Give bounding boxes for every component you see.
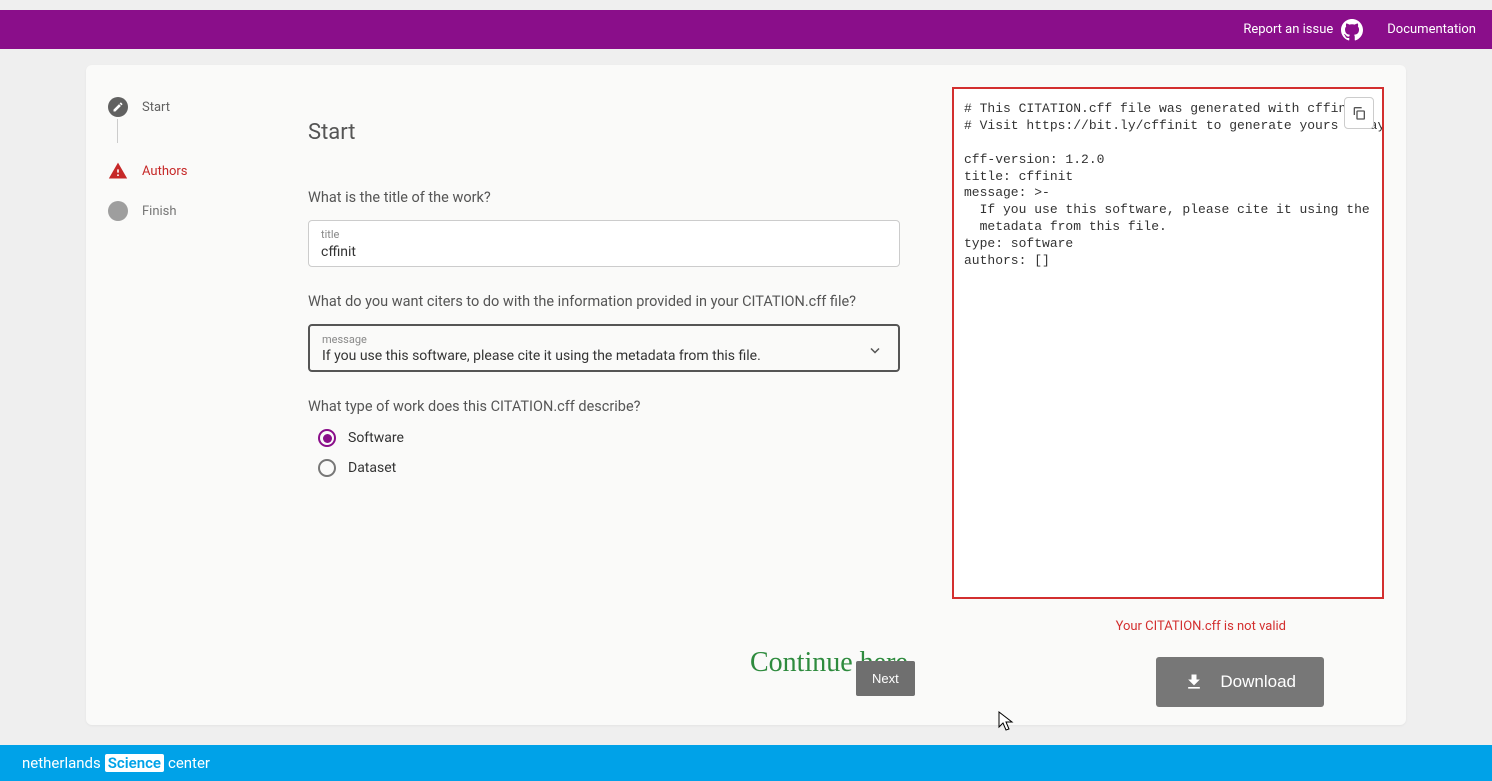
title-field[interactable]: title <box>308 220 900 267</box>
radio-label: Dataset <box>348 460 396 476</box>
chevron-down-icon <box>870 339 880 358</box>
footer: netherlands Science center <box>0 745 1492 781</box>
report-issue-label: Report an issue <box>1243 22 1333 37</box>
field-label: title <box>321 228 887 241</box>
edit-icon <box>108 97 128 117</box>
radio-selected-icon <box>318 429 336 447</box>
dot-icon <box>108 201 128 221</box>
step-start[interactable]: Start <box>108 87 258 127</box>
next-button[interactable]: Next <box>856 661 915 696</box>
page-title: Start <box>308 120 988 145</box>
documentation-link[interactable]: Documentation <box>1387 22 1476 37</box>
report-issue-link[interactable]: Report an issue <box>1243 19 1363 41</box>
radio-software[interactable]: Software <box>318 429 988 447</box>
cff-preview: # This CITATION.cff file was generated w… <box>952 87 1384 599</box>
invalid-message: Your CITATION.cff is not valid <box>1116 619 1286 634</box>
download-icon <box>1184 672 1204 692</box>
question-title: What is the title of the work? <box>308 189 988 206</box>
footer-text-a: netherlands <box>22 754 101 772</box>
radio-dataset[interactable]: Dataset <box>318 459 988 477</box>
radio-label: Software <box>348 430 404 446</box>
step-authors[interactable]: Authors <box>108 151 258 191</box>
preview-text: # This CITATION.cff file was generated w… <box>964 101 1384 268</box>
field-label: message <box>322 333 886 346</box>
copy-button[interactable] <box>1344 97 1374 129</box>
cursor-icon <box>998 711 1014 733</box>
copy-icon <box>1351 104 1367 122</box>
download-button[interactable]: Download <box>1156 657 1324 707</box>
stepper-sidebar: Start Authors Finish <box>108 87 258 231</box>
step-finish[interactable]: Finish <box>108 191 258 231</box>
footer-text-b: Science <box>105 754 164 772</box>
documentation-label: Documentation <box>1387 22 1476 37</box>
question-message: What do you want citers to do with the i… <box>308 293 988 310</box>
warning-icon <box>108 161 128 181</box>
main-card: Start Authors Finish Start What is the t… <box>86 65 1406 725</box>
github-icon <box>1341 19 1363 41</box>
form-area: Start What is the title of the work? tit… <box>308 120 988 489</box>
download-label: Download <box>1220 672 1296 692</box>
step-label: Finish <box>142 204 177 219</box>
question-type: What type of work does this CITATION.cff… <box>308 398 988 415</box>
footer-text-c: center <box>168 754 210 772</box>
footer-logo: netherlands Science center <box>22 754 210 772</box>
message-field[interactable]: message If you use this software, please… <box>308 324 900 372</box>
step-label: Authors <box>142 164 188 179</box>
step-label: Start <box>142 100 170 115</box>
radio-unselected-icon <box>318 459 336 477</box>
top-bar: Report an issue Documentation <box>0 10 1492 49</box>
message-value: If you use this software, please cite it… <box>322 348 886 364</box>
title-input[interactable] <box>321 244 887 260</box>
